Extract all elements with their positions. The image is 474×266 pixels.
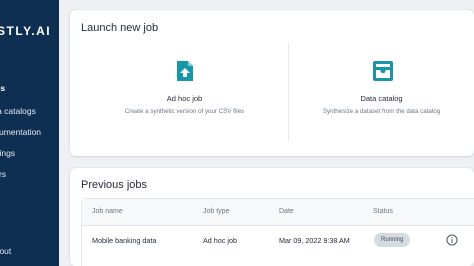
launch-job-card: Launch new job Ad hoc job Create a synth… bbox=[70, 10, 474, 156]
launch-job-title: Launch new job bbox=[81, 22, 159, 34]
app-root: STLY.AI obs ata catalogs ocumentation et… bbox=[0, 0, 474, 266]
adhoc-job-option[interactable]: Ad hoc job Create a synthetic version of… bbox=[82, 60, 287, 140]
job-type-cell: Ad hoc job bbox=[203, 236, 237, 245]
info-icon[interactable] bbox=[446, 233, 458, 246]
column-date[interactable]: Date bbox=[279, 208, 294, 215]
jobs-table-header: Job name Job type Date Status bbox=[82, 199, 474, 226]
sidebar-item-jobs[interactable]: obs bbox=[0, 83, 5, 93]
previous-jobs-card: Previous jobs Job name Job type Date Sta… bbox=[70, 168, 474, 266]
table-row[interactable]: Mobile banking data Ad hoc job Mar 09, 2… bbox=[82, 226, 474, 253]
brand-logo: STLY.AI bbox=[0, 24, 52, 38]
data-catalog-option[interactable]: Data catalog Synthesize a dataset from t… bbox=[289, 60, 474, 140]
column-status[interactable]: Status bbox=[373, 208, 393, 215]
adhoc-job-title: Ad hoc job bbox=[166, 94, 203, 103]
sidebar-item-documentation[interactable]: ocumentation bbox=[0, 127, 41, 137]
job-name-cell: Mobile banking data bbox=[92, 236, 157, 245]
sidebar: STLY.AI obs ata catalogs ocumentation et… bbox=[0, 0, 59, 266]
logout-button[interactable]: ogout bbox=[0, 246, 11, 256]
sidebar-item-data-catalogs[interactable]: ata catalogs bbox=[0, 106, 36, 116]
data-catalog-description: Synthesize a dataset from the data catal… bbox=[322, 108, 441, 115]
inbox-tray-icon bbox=[372, 60, 393, 82]
adhoc-job-description: Create a synthetic version of your CSV f… bbox=[124, 108, 245, 115]
column-job-type[interactable]: Job type bbox=[203, 208, 229, 215]
jobs-table: Job name Job type Date Status Mobile ban… bbox=[81, 198, 474, 266]
job-date-cell: Mar 09, 2022 9:38 AM bbox=[279, 236, 350, 245]
sidebar-item-settings[interactable]: ettings bbox=[0, 148, 15, 158]
previous-jobs-title: Previous jobs bbox=[81, 179, 148, 191]
column-job-name[interactable]: Job name bbox=[92, 208, 123, 215]
sidebar-item-users[interactable]: sers bbox=[0, 169, 6, 179]
file-upload-icon bbox=[175, 60, 195, 82]
status-badge: Running bbox=[374, 233, 411, 247]
data-catalog-title: Data catalog bbox=[360, 94, 403, 103]
